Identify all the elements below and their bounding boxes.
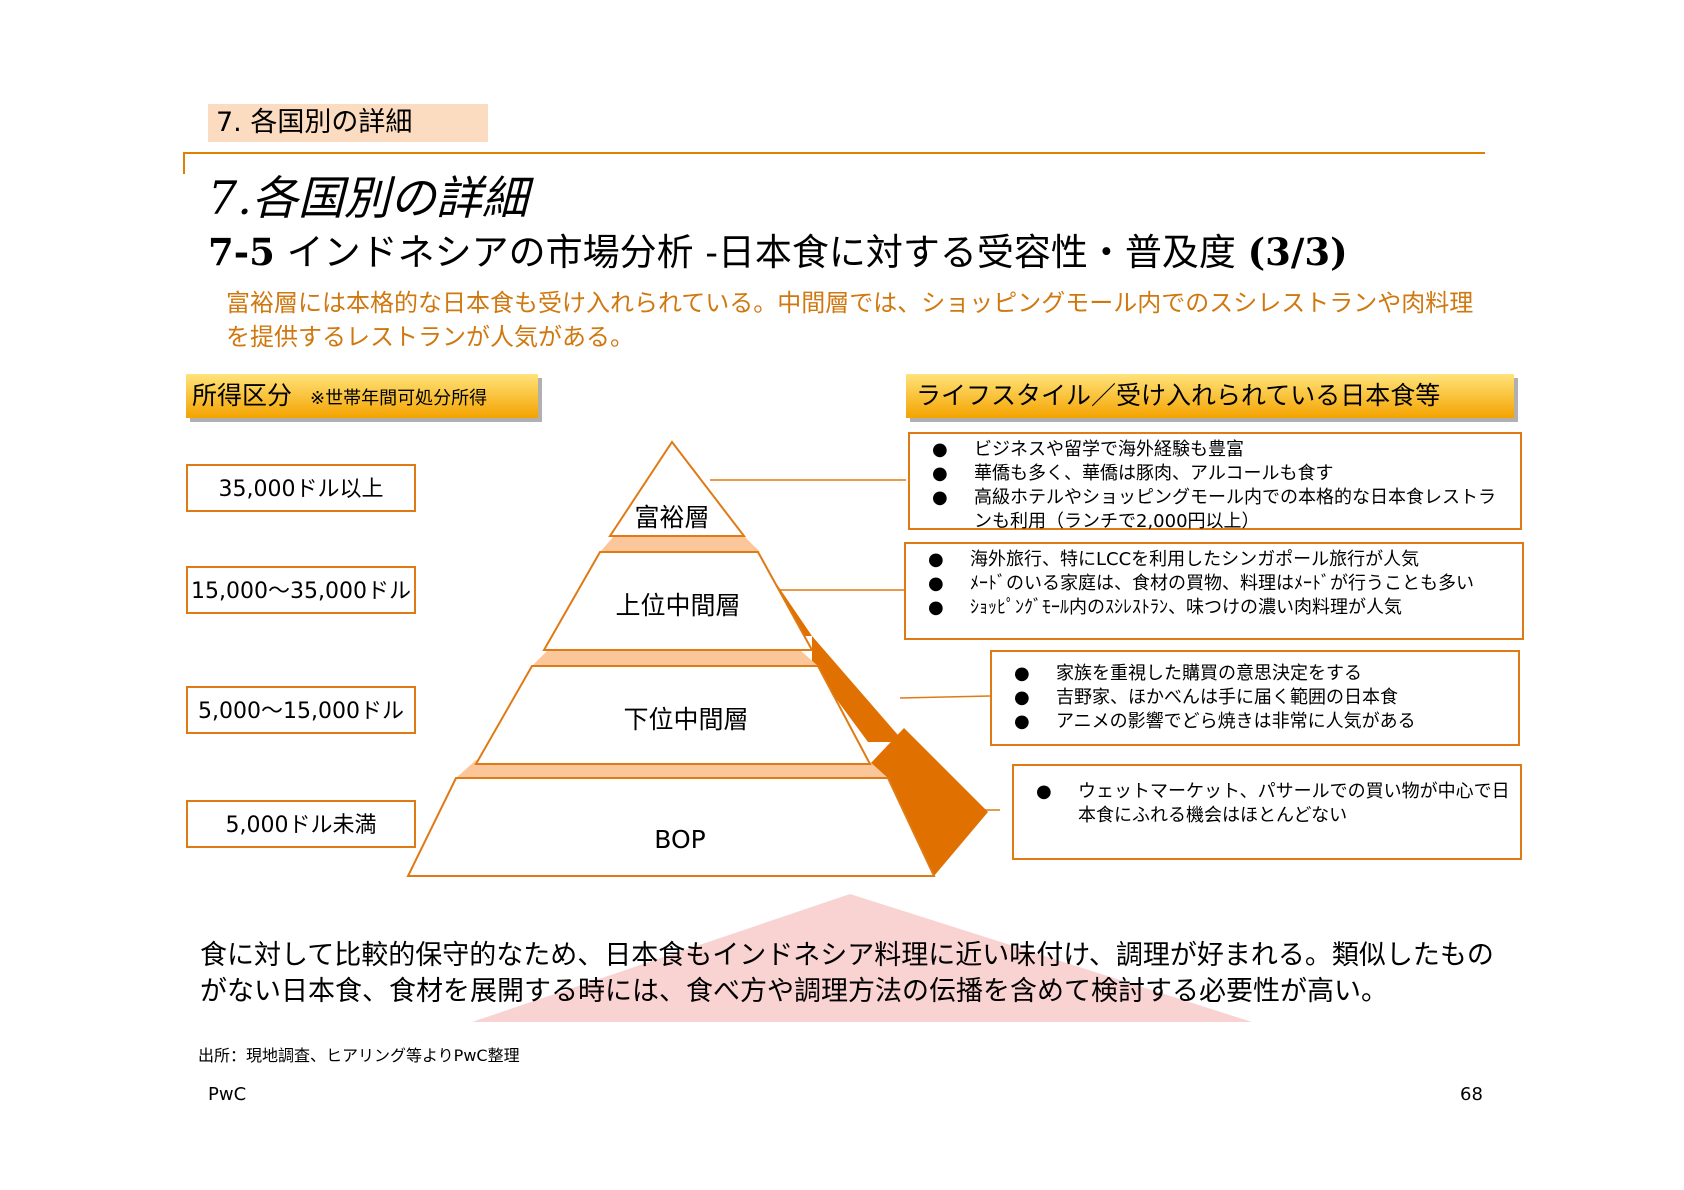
list-item-text: 家族を重視した購買の意思決定をする xyxy=(1056,663,1362,684)
lifestyle-header: ライフスタイル／受け入れられている日本食等 xyxy=(906,374,1514,418)
list-item: ● ﾒｰﾄﾞのいる家庭は、食材の買物、料理はﾒｰﾄﾞが行うことも多い xyxy=(924,572,1512,596)
bullet-icon: ● xyxy=(1014,687,1030,708)
pyramid-label-wealthy: 富裕層 xyxy=(634,503,709,532)
title-rule-vertical xyxy=(183,152,185,174)
list-item: ● 華僑も多く、華僑は豚肉、アルコールも食す xyxy=(928,462,1510,486)
list-item: ● ｼｮｯﾋﾟﾝｸﾞﾓｰﾙ内のｽｼﾚｽﾄﾗﾝ、味つけの濃い肉料理が人気 xyxy=(924,596,1512,620)
list-item-text: 吉野家、ほかべんは手に届く範囲の日本食 xyxy=(1056,687,1398,708)
lifestyle-list-bop: ● ウェットマーケット、パサールでの買い物が中心で日本食にふれる機会はほとんどない xyxy=(1032,780,1510,828)
bullet-icon: ● xyxy=(928,549,944,570)
lifestyle-box-lower-middle: ● 家族を重視した購買の意思決定をする ● 吉野家、ほかべんは手に届く範囲の日本食 … xyxy=(990,650,1520,746)
lifestyle-list-upper-middle: ● 海外旅行、特にLCCを利用したシンガポール旅行が人気 ● ﾒｰﾄﾞのいる家庭は、… xyxy=(924,548,1512,620)
page-number: 68 xyxy=(1460,1084,1483,1105)
list-item: ● 高級ホテルやショッピングモール内での本格的な日本食レストランも利用（ランチで2… xyxy=(928,486,1510,534)
subtitle-page: (3/3) xyxy=(1247,230,1348,274)
bullet-icon: ● xyxy=(1014,663,1030,684)
list-item-text: ﾒｰﾄﾞのいる家庭は、食材の買物、料理はﾒｰﾄﾞが行うことも多い xyxy=(970,573,1474,594)
list-item-text: ｼｮｯﾋﾟﾝｸﾞﾓｰﾙ内のｽｼﾚｽﾄﾗﾝ、味つけの濃い肉料理が人気 xyxy=(970,597,1402,618)
list-item: ● アニメの影響でどら焼きは非常に人気がある xyxy=(1010,710,1508,734)
footer-brand: PwC xyxy=(208,1084,247,1105)
list-item-text: アニメの影響でどら焼きは非常に人気がある xyxy=(1056,711,1416,732)
page-title: 7.各国別の詳細 xyxy=(208,171,528,225)
list-item-text: 高級ホテルやショッピングモール内での本格的な日本食レストランも利用（ランチで2,… xyxy=(974,487,1496,532)
lifestyle-box-upper-middle: ● 海外旅行、特にLCCを利用したシンガポール旅行が人気 ● ﾒｰﾄﾞのいる家庭は、… xyxy=(904,542,1524,640)
bullet-icon: ● xyxy=(928,573,944,594)
list-item: ● 海外旅行、特にLCCを利用したシンガポール旅行が人気 xyxy=(924,548,1512,572)
list-item: ● 家族を重視した購買の意思決定をする xyxy=(1010,662,1508,686)
list-item: ● ビジネスや留学で海外経験も豊富 xyxy=(928,438,1510,462)
conclusion-text: 食に対して比較的保守的なため、日本食もインドネシア料理に近い味付け、調理が好まれ… xyxy=(200,940,1494,1007)
bullet-icon: ● xyxy=(932,463,948,484)
list-item-text: 海外旅行、特にLCCを利用したシンガポール旅行が人気 xyxy=(970,549,1420,570)
list-item: ● ウェットマーケット、パサールでの買い物が中心で日本食にふれる機会はほとんどない xyxy=(1032,780,1510,828)
list-item-text: ウェットマーケット、パサールでの買い物が中心で日本食にふれる機会はほとんどない xyxy=(1078,781,1510,826)
pyramid-label-lower-middle: 下位中間層 xyxy=(623,705,748,734)
subtitle-number: 7-5 xyxy=(208,230,275,274)
pyramid-step-upper-middle xyxy=(600,536,760,552)
pyramid-label-upper-middle: 上位中間層 xyxy=(615,591,740,620)
lifestyle-box-bop: ● ウェットマーケット、パサールでの買い物が中心で日本食にふれる機会はほとんどない xyxy=(1012,764,1522,860)
bullet-icon: ● xyxy=(932,439,948,460)
title-rule xyxy=(183,152,1485,154)
pyramid-step-lower-middle xyxy=(532,650,818,666)
list-item-text: 華僑も多く、華僑は豚肉、アルコールも食す xyxy=(974,463,1334,484)
lifestyle-list-lower-middle: ● 家族を重視した購買の意思決定をする ● 吉野家、ほかべんは手に届く範囲の日本食 … xyxy=(1010,662,1508,734)
lifestyle-box-wealthy: ● ビジネスや留学で海外経験も豊富 ● 華僑も多く、華僑は豚肉、アルコールも食す ●… xyxy=(908,432,1522,532)
income-header-label: 所得区分 xyxy=(192,381,293,410)
bullet-icon: ● xyxy=(932,487,948,508)
subtitle-text: インドネシアの市場分析 -日本食に対する受容性・普及度 xyxy=(274,231,1248,274)
lead-text: 富裕層には本格的な日本食も受け入れられている。中間層では、ショッピングモール内で… xyxy=(226,289,1474,351)
income-header: 所得区分 ※世帯年間可処分所得 xyxy=(186,374,538,418)
page-subtitle: 7-5 インドネシアの市場分析 -日本食に対する受容性・普及度 (3/3) xyxy=(208,226,1348,279)
connector-line-lower-middle xyxy=(899,695,991,699)
source-note: 出所：現地調査、ヒアリング等よりPwC整理 xyxy=(198,1046,520,1065)
section-tag: 7. 各国別の詳細 xyxy=(208,104,488,142)
pyramid-label-bop: BOP xyxy=(654,825,705,854)
income-header-note: ※世帯年間可処分所得 xyxy=(310,388,488,409)
lifestyle-list-wealthy: ● ビジネスや留学で海外経験も豊富 ● 華僑も多く、華僑は豚肉、アルコールも食す ●… xyxy=(928,438,1510,534)
list-item-text: ビジネスや留学で海外経験も豊富 xyxy=(974,439,1244,460)
bullet-icon: ● xyxy=(1036,781,1052,802)
income-pyramid: 富裕層 上位中間層 下位中間層 BOP xyxy=(406,440,1000,877)
list-item: ● 吉野家、ほかべんは手に届く範囲の日本食 xyxy=(1010,686,1508,710)
bullet-icon: ● xyxy=(928,597,944,618)
bullet-icon: ● xyxy=(1014,711,1030,732)
